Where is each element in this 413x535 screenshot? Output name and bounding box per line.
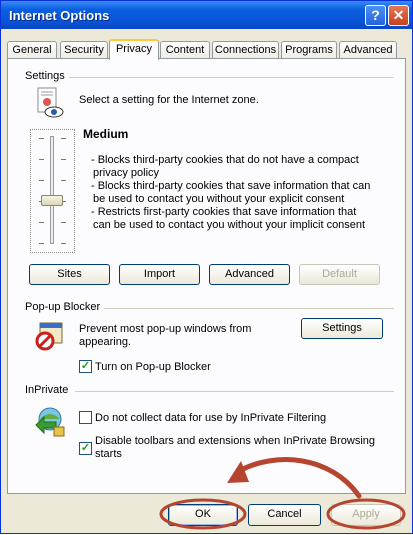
ok-button[interactable]: OK: [168, 504, 238, 526]
slider-tick: [39, 180, 44, 181]
tab-security[interactable]: Security: [60, 41, 108, 59]
tab-connections[interactable]: Connections: [212, 41, 279, 59]
popup-blocker-checkbox[interactable]: ✓: [79, 360, 92, 373]
slider-tick: [39, 138, 44, 139]
slider-track: [50, 136, 54, 244]
disable-toolbars-label-2: starts: [95, 448, 122, 460]
disable-toolbars-checkbox[interactable]: ✓: [79, 442, 92, 455]
privacy-bullet-3-cont: can be used to contact you without your …: [93, 219, 366, 231]
popup-description-1: Prevent most pop-up windows from: [79, 323, 252, 335]
settings-description: Select a setting for the Internet zone.: [79, 94, 259, 106]
settings-separator: [65, 77, 394, 78]
privacy-bullet-2-cont: be used to contact you without your expl…: [93, 193, 345, 205]
slider-tick: [61, 243, 66, 244]
inprivate-separator: [75, 391, 394, 392]
help-icon[interactable]: ?: [365, 5, 386, 26]
slider-tick: [61, 138, 66, 139]
slider-tick: [61, 159, 66, 160]
popup-heading: Pop-up Blocker: [25, 301, 105, 313]
privacy-certificate-icon: [37, 87, 64, 118]
apply-button[interactable]: Apply: [331, 504, 401, 526]
slider-tick: [39, 243, 44, 244]
popup-blocker-icon: [35, 322, 63, 351]
tab-advanced[interactable]: Advanced: [339, 41, 397, 59]
close-icon[interactable]: ✕: [388, 5, 409, 26]
popup-settings-button[interactable]: Settings: [301, 318, 383, 339]
default-button[interactable]: Default: [299, 264, 380, 285]
inprivate-icon: [35, 407, 65, 437]
privacy-bullet-3: - Restricts first-party cookies that sav…: [91, 206, 357, 218]
internet-options-dialog: Internet Options ? ✕ General Security Pr…: [0, 0, 413, 534]
inprivate-heading: InPrivate: [25, 384, 73, 396]
inprivate-filtering-label: Do not collect data for use by InPrivate…: [95, 412, 327, 424]
window-title: Internet Options: [9, 8, 110, 23]
privacy-bullet-1-cont: privacy policy: [93, 167, 160, 179]
slider-thumb[interactable]: [41, 195, 63, 206]
import-button[interactable]: Import: [119, 264, 200, 285]
popup-separator: [99, 308, 394, 309]
slider-tick: [61, 180, 66, 181]
tab-general[interactable]: General: [7, 41, 57, 59]
cancel-button[interactable]: Cancel: [248, 504, 321, 526]
disable-toolbars-label-1: Disable toolbars and extensions when InP…: [95, 435, 376, 447]
popup-blocker-checkbox-label: Turn on Pop-up Blocker: [95, 361, 211, 373]
sites-button[interactable]: Sites: [29, 264, 110, 285]
tab-content[interactable]: Content: [160, 41, 210, 59]
inprivate-filtering-checkbox[interactable]: [79, 411, 92, 424]
tab-privacy[interactable]: Privacy: [109, 39, 159, 60]
slider-tick: [39, 159, 44, 160]
privacy-level-title: Medium: [83, 127, 129, 141]
privacy-bullet-1: - Blocks third-party cookies that do not…: [91, 154, 359, 166]
tab-programs[interactable]: Programs: [281, 41, 337, 59]
advanced-button[interactable]: Advanced: [209, 264, 290, 285]
privacy-level-slider[interactable]: [30, 129, 75, 253]
popup-description-2: appearing.: [79, 336, 131, 348]
slider-tick: [61, 222, 66, 223]
settings-heading: Settings: [25, 70, 69, 82]
title-bar[interactable]: Internet Options ? ✕: [1, 1, 412, 29]
privacy-bullet-2: - Blocks third-party cookies that save i…: [91, 180, 371, 192]
slider-tick: [39, 222, 44, 223]
